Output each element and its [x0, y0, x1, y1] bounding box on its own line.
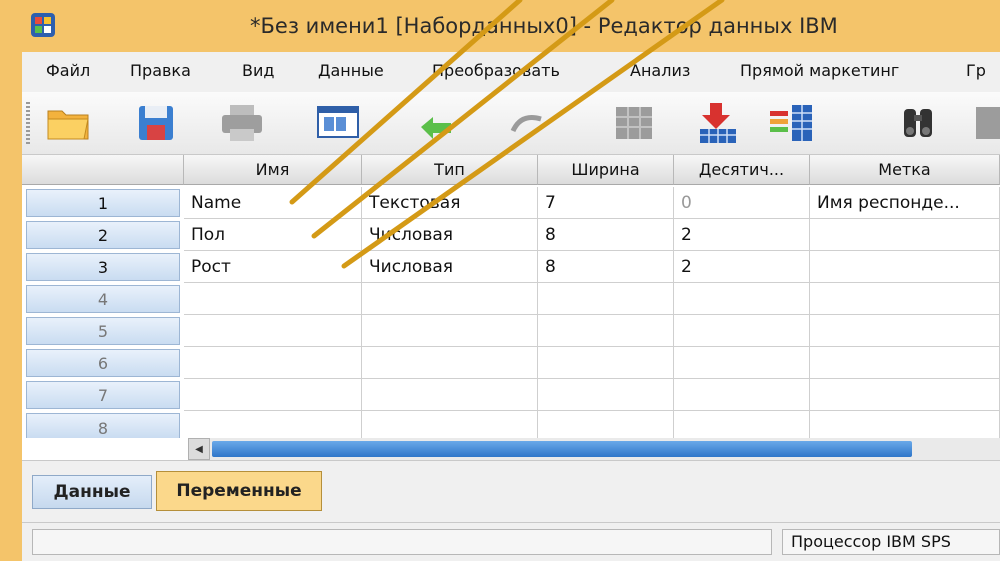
cell-decimals[interactable]: [674, 315, 810, 347]
menu-graphs[interactable]: Гр: [966, 61, 986, 80]
row-header[interactable]: 7: [26, 381, 180, 409]
cell-type[interactable]: Числовая: [362, 219, 538, 251]
cell-label[interactable]: [810, 379, 1000, 411]
app-icon[interactable]: [30, 12, 56, 38]
cell-decimals[interactable]: [674, 283, 810, 315]
menu-analyze[interactable]: Анализ: [630, 61, 690, 80]
cell-width[interactable]: [538, 283, 674, 315]
toolbar-grip[interactable]: [26, 102, 30, 144]
horizontal-scrollbar[interactable]: ◀: [188, 438, 1000, 460]
row-header[interactable]: 8: [26, 413, 180, 438]
cell-type[interactable]: [362, 411, 538, 438]
row-header[interactable]: 5: [26, 317, 180, 345]
print-icon[interactable]: [218, 100, 266, 146]
menu-bar: Файл Правка Вид Данные Преобразовать Ана…: [22, 52, 1000, 92]
status-message: [32, 529, 772, 555]
cell-name[interactable]: [184, 411, 362, 438]
redo-icon[interactable]: [506, 100, 554, 146]
cell-type[interactable]: [362, 315, 538, 347]
undo-icon[interactable]: [412, 100, 460, 146]
row-header[interactable]: 2: [26, 221, 180, 249]
cell-width[interactable]: [538, 379, 674, 411]
cell-name[interactable]: Рост: [184, 251, 362, 283]
cell-name[interactable]: [184, 283, 362, 315]
scroll-thumb[interactable]: [212, 441, 912, 457]
cell-decimals[interactable]: 0: [674, 187, 810, 219]
spss-window: *Без имени1 [Наборданных0] - Редактор да…: [0, 0, 1000, 561]
processor-status: Процессор IBM SPS: [782, 529, 1000, 555]
row-header[interactable]: 4: [26, 285, 180, 313]
title-bar: *Без имени1 [Наборданных0] - Редактор да…: [0, 0, 1000, 52]
split-file-icon[interactable]: [970, 100, 1000, 146]
cell-type[interactable]: [362, 379, 538, 411]
cell-width[interactable]: [538, 347, 674, 379]
cell-type[interactable]: Текстовая: [362, 187, 538, 219]
cell-decimals[interactable]: [674, 379, 810, 411]
menu-transform[interactable]: Преобразовать: [432, 61, 560, 80]
menu-edit[interactable]: Правка: [130, 61, 191, 80]
cell-label[interactable]: Имя респонде...: [810, 187, 1000, 219]
cell-label[interactable]: [810, 411, 1000, 438]
cell-name[interactable]: [184, 347, 362, 379]
cell-type[interactable]: [362, 347, 538, 379]
column-header-width[interactable]: Ширина: [538, 155, 674, 185]
cell-label[interactable]: [810, 251, 1000, 283]
cell-decimals[interactable]: [674, 411, 810, 438]
cell-name[interactable]: Пол: [184, 219, 362, 251]
row-header[interactable]: 3: [26, 253, 180, 281]
tab-variable-view[interactable]: Переменные: [156, 471, 322, 511]
cell-decimals[interactable]: [674, 347, 810, 379]
corner-header[interactable]: [22, 155, 184, 185]
cell-decimals[interactable]: 2: [674, 251, 810, 283]
column-header-name[interactable]: Имя: [184, 155, 362, 185]
cell-label[interactable]: [810, 347, 1000, 379]
menu-data[interactable]: Данные: [318, 61, 384, 80]
cell-width[interactable]: 8: [538, 251, 674, 283]
menu-direct-marketing[interactable]: Прямой маркетинг: [740, 61, 899, 80]
cell-name[interactable]: Name: [184, 187, 362, 219]
cell-width[interactable]: [538, 315, 674, 347]
cell-type[interactable]: Числовая: [362, 251, 538, 283]
variable-view-grid: Имя Тип Ширина Десятич... Метка 1 Name Т…: [22, 155, 1000, 438]
cell-type[interactable]: [362, 283, 538, 315]
recall-dialog-icon[interactable]: [314, 100, 362, 146]
tab-data-view[interactable]: Данные: [32, 475, 152, 509]
cell-label[interactable]: [810, 315, 1000, 347]
open-folder-icon[interactable]: [44, 100, 92, 146]
cell-name[interactable]: [184, 315, 362, 347]
save-icon[interactable]: [132, 100, 180, 146]
window-title: *Без имени1 [Наборданных0] - Редактор да…: [250, 14, 838, 38]
scroll-left-icon[interactable]: ◀: [188, 438, 210, 460]
cell-name[interactable]: [184, 379, 362, 411]
cell-decimals[interactable]: 2: [674, 219, 810, 251]
column-header-label[interactable]: Метка: [810, 155, 1000, 185]
column-header-decimals[interactable]: Десятич...: [674, 155, 810, 185]
find-icon[interactable]: [894, 100, 942, 146]
cell-width[interactable]: 7: [538, 187, 674, 219]
insert-variable-icon[interactable]: [768, 100, 816, 146]
cell-label[interactable]: [810, 283, 1000, 315]
goto-case-icon[interactable]: [610, 100, 658, 146]
insert-cases-icon[interactable]: [694, 100, 742, 146]
row-header-scroll-pad: [22, 438, 188, 460]
column-header-type[interactable]: Тип: [362, 155, 538, 185]
menu-file[interactable]: Файл: [46, 61, 90, 80]
view-tabs: Данные Переменные: [22, 460, 1000, 523]
row-header[interactable]: 1: [26, 189, 180, 217]
cell-width[interactable]: 8: [538, 219, 674, 251]
row-header[interactable]: 6: [26, 349, 180, 377]
status-bar: Процессор IBM SPS: [22, 522, 1000, 561]
menu-view[interactable]: Вид: [242, 61, 274, 80]
toolbar: [22, 92, 1000, 155]
cell-width[interactable]: [538, 411, 674, 438]
cell-label[interactable]: [810, 219, 1000, 251]
